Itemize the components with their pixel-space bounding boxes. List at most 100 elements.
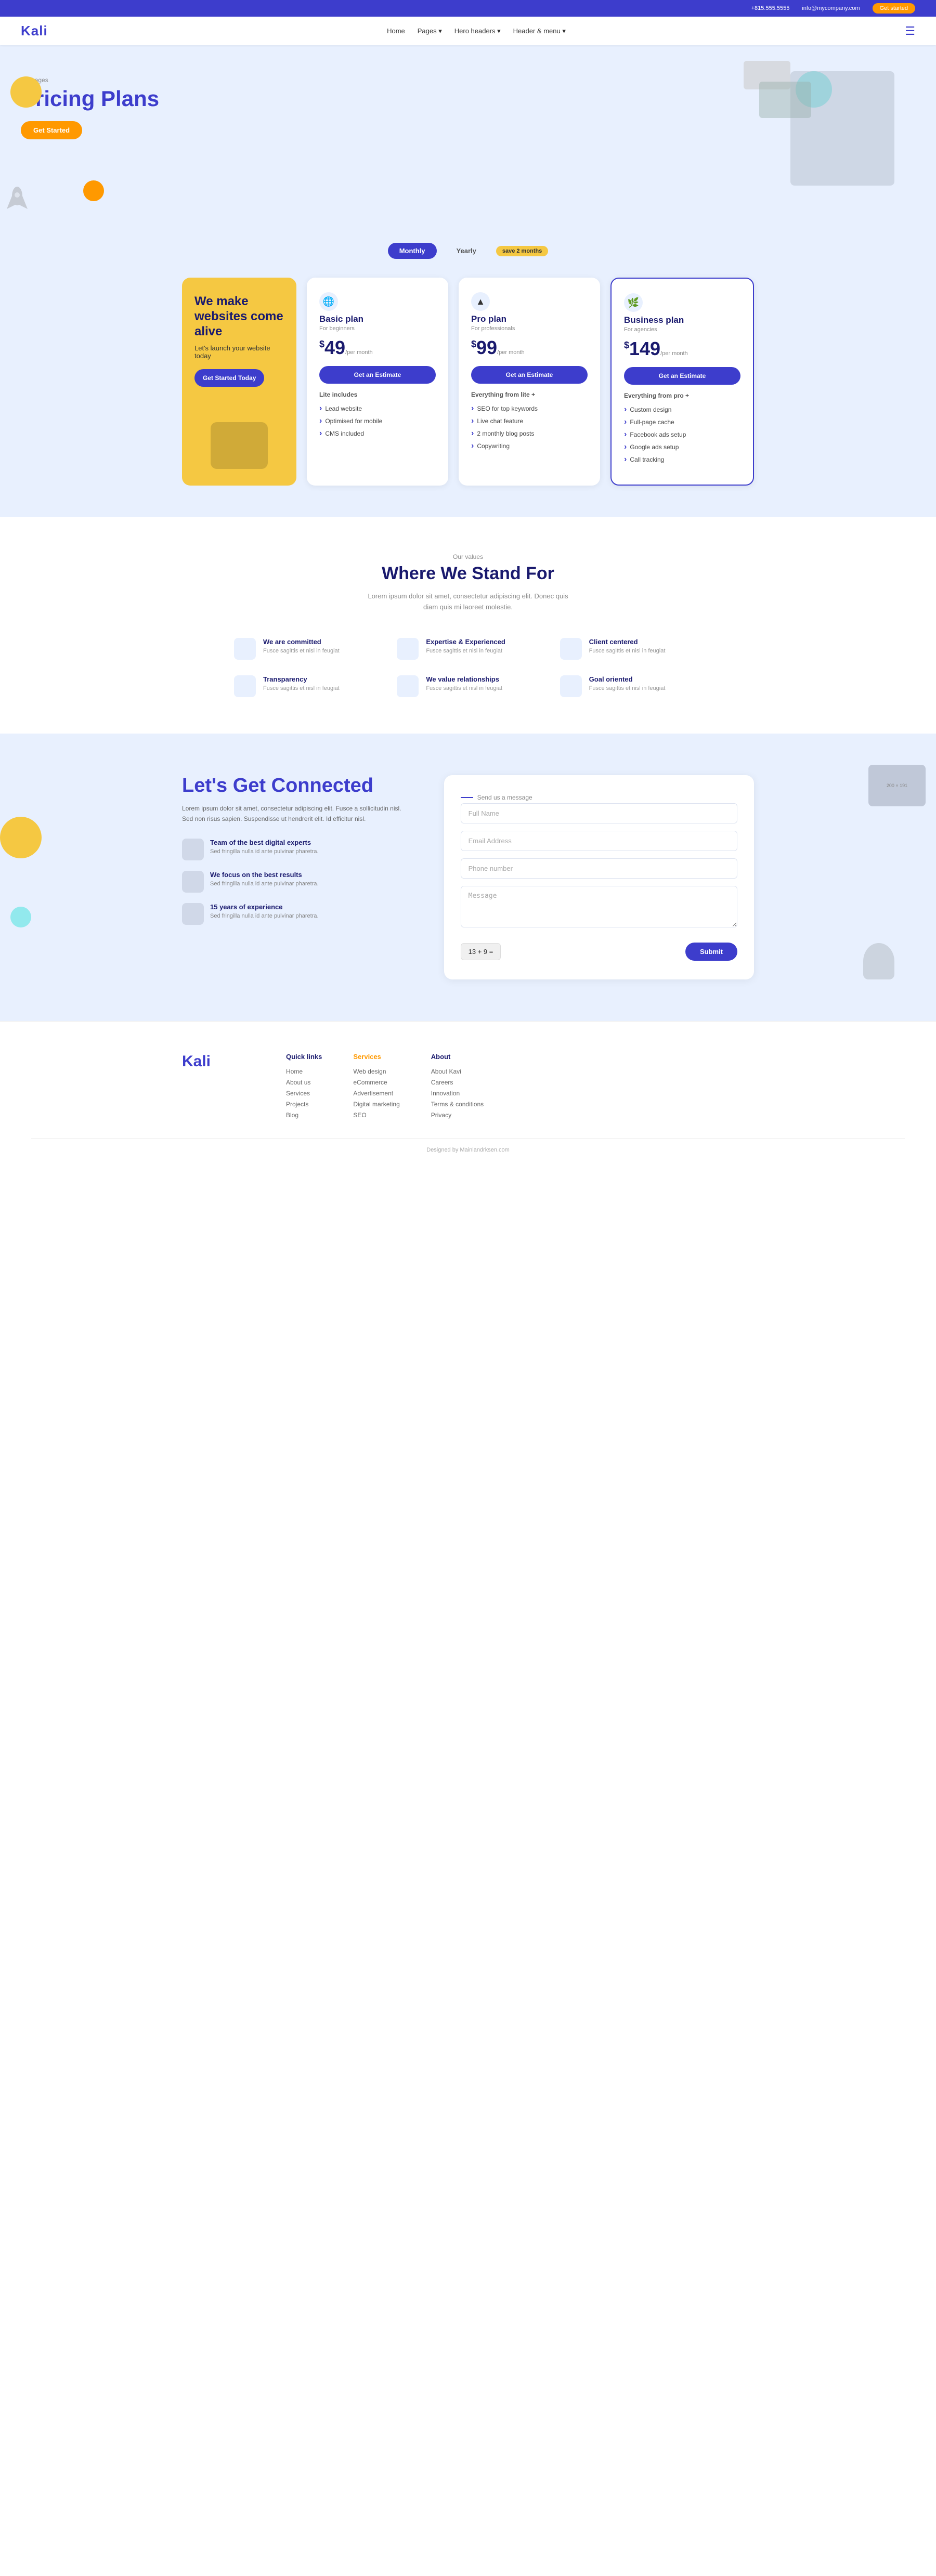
footer-terms[interactable]: Terms & conditions <box>431 1101 484 1108</box>
hamburger-icon[interactable]: ☰ <box>905 24 915 38</box>
connect-left-column: Let's Get Connected Lorem ipsum dolor si… <box>182 775 413 935</box>
basic-plan-btn[interactable]: Get an Estimate <box>319 366 436 384</box>
value-icon-3 <box>234 675 256 697</box>
footer-careers[interactable]: Careers <box>431 1079 484 1086</box>
fullname-input[interactable] <box>461 803 737 823</box>
connect-title: Let's Get Connected <box>182 775 413 797</box>
basic-features-list: Lead website Optimised for mobile CMS in… <box>319 402 436 440</box>
footer-service-ecommerce[interactable]: eCommerce <box>353 1079 399 1086</box>
business-feature-5: Call tracking <box>624 453 740 466</box>
business-plan-btn[interactable]: Get an Estimate <box>624 367 740 385</box>
footer-link-blog[interactable]: Blog <box>286 1112 322 1119</box>
footer-services-list: Web design eCommerce Advertisement Digit… <box>353 1068 399 1119</box>
footer-service-digital[interactable]: Digital marketing <box>353 1101 399 1108</box>
monthly-toggle-button[interactable]: Monthly <box>388 243 437 259</box>
connect-feature-1: We focus on the best results Sed fringil… <box>182 871 413 893</box>
pro-plan-btn[interactable]: Get an Estimate <box>471 366 588 384</box>
value-text-3: Transparency Fusce sagittis et nisl in f… <box>263 675 340 692</box>
form-bottom-row: 13 + 9 = Submit <box>461 943 737 961</box>
hero-cta-button[interactable]: Get Started <box>21 121 82 139</box>
logo[interactable]: Kali <box>21 23 48 39</box>
business-plan-icon: 🌿 <box>624 293 643 312</box>
footer-about-title: About <box>431 1053 484 1061</box>
value-text-5: Goal oriented Fusce sagittis et nisl in … <box>589 675 666 692</box>
hero-decorations <box>790 56 894 170</box>
footer-service-webdesign[interactable]: Web design <box>353 1068 399 1075</box>
value-icon-0 <box>234 638 256 660</box>
navbar: Kali Home Pages ▾ Hero headers ▾ Header … <box>0 17 936 45</box>
basic-plan-price: $49/per month <box>319 337 436 359</box>
value-text-0: We are committed Fusce sagittis et nisl … <box>263 638 340 655</box>
basic-plan-subtitle: For beginners <box>319 325 436 332</box>
footer-services-title: Services <box>353 1053 399 1061</box>
form-section-label: Send us a message <box>461 794 737 801</box>
nav-hero-headers[interactable]: Hero headers ▾ <box>454 27 501 35</box>
value-icon-1 <box>397 638 419 660</box>
basic-includes-label: Lite includes <box>319 391 436 398</box>
value-item-1: Expertise & Experienced Fusce sagittis e… <box>397 638 539 660</box>
business-includes-label: Everything from pro + <box>624 392 740 399</box>
pro-feature-3: 2 monthly blog posts <box>471 427 588 440</box>
footer-link-services[interactable]: Services <box>286 1090 322 1097</box>
business-plan-price: $149/per month <box>624 338 740 360</box>
bell-decoration <box>863 943 894 979</box>
business-feature-1: Custom design <box>624 403 740 416</box>
footer-logo: Kali <box>182 1053 255 1070</box>
yearly-toggle-button[interactable]: Yearly <box>445 243 488 259</box>
basic-feature-3: CMS included <box>319 427 436 440</box>
business-plan-name: Business plan <box>624 315 740 325</box>
business-plan-card: 🌿 Business plan For agencies $149/per mo… <box>610 278 754 486</box>
footer-about-kavi[interactable]: About Kavi <box>431 1068 484 1075</box>
orange-circle-deco <box>83 180 104 201</box>
business-feature-2: Full-page cache <box>624 416 740 428</box>
pro-feature-2: Live chat feature <box>471 415 588 427</box>
value-item-5: Goal oriented Fusce sagittis et nisl in … <box>560 675 702 697</box>
pro-plan-price: $99/per month <box>471 337 588 359</box>
connect-section: 200 × 191 Let's Get Connected Lorem ipsu… <box>0 734 936 1021</box>
value-icon-2 <box>560 638 582 660</box>
contact-form-container: Send us a message 13 + 9 = Submit <box>444 775 754 979</box>
promo-card: We make websites come alive Let's launch… <box>182 278 296 486</box>
footer-link-about[interactable]: About us <box>286 1079 322 1086</box>
nav-home[interactable]: Home <box>387 27 405 35</box>
footer: Kali Quick links Home About us Services … <box>0 1021 936 1169</box>
basic-plan-name: Basic plan <box>319 314 436 324</box>
business-feature-3: Facebook ads setup <box>624 428 740 441</box>
basic-plan-icon: 🌐 <box>319 292 338 311</box>
pro-plan-subtitle: For professionals <box>471 325 588 332</box>
footer-service-seo[interactable]: SEO <box>353 1112 399 1119</box>
connect-feature-text-1: We focus on the best results Sed fringil… <box>210 871 319 888</box>
footer-link-projects[interactable]: Projects <box>286 1101 322 1108</box>
topbar-phone: +815.555.5555 <box>751 5 790 11</box>
promo-title: We make websites come alive <box>194 294 284 339</box>
message-input[interactable] <box>461 886 737 927</box>
connect-inner: Let's Get Connected Lorem ipsum dolor si… <box>182 775 754 979</box>
submit-button[interactable]: Submit <box>685 943 737 961</box>
connect-feature-icon-0 <box>182 839 204 860</box>
footer-privacy[interactable]: Privacy <box>431 1112 484 1119</box>
phone-input[interactable] <box>461 858 737 879</box>
footer-quicklinks-col: Quick links Home About us Services Proje… <box>286 1053 322 1122</box>
value-text-2: Client centered Fusce sagittis et nisl i… <box>589 638 666 655</box>
footer-service-ads[interactable]: Advertisement <box>353 1090 399 1097</box>
footer-innovation[interactable]: Innovation <box>431 1090 484 1097</box>
connect-feature-icon-2 <box>182 903 204 925</box>
connect-feature-0: Team of the best digital experts Sed fri… <box>182 839 413 860</box>
value-item-3: Transparency Fusce sagittis et nisl in f… <box>234 675 376 697</box>
cyan-deco-circle <box>10 907 31 927</box>
footer-link-home[interactable]: Home <box>286 1068 322 1075</box>
connect-desc: Lorem ipsum dolor sit amet, consectetur … <box>182 804 413 823</box>
footer-inner: Kali Quick links Home About us Services … <box>182 1053 754 1122</box>
email-input[interactable] <box>461 831 737 851</box>
captcha-box[interactable]: 13 + 9 = <box>461 943 501 960</box>
pro-plan-name: Pro plan <box>471 314 588 324</box>
connect-image-placeholder: 200 × 191 <box>868 765 926 806</box>
pricing-cards-container: We make websites come alive Let's launch… <box>182 278 754 486</box>
topbar-cta-button[interactable]: Get started <box>873 3 915 14</box>
yellow-deco-circle <box>0 817 42 858</box>
nav-pages[interactable]: Pages ▾ <box>418 27 442 35</box>
promo-cta-button[interactable]: Get Started Today <box>194 369 264 387</box>
connect-feature-text-0: Team of the best digital experts Sed fri… <box>210 839 319 856</box>
nav-header-menu[interactable]: Header & menu ▾ <box>513 27 566 35</box>
hero-label: Packages <box>21 76 229 84</box>
